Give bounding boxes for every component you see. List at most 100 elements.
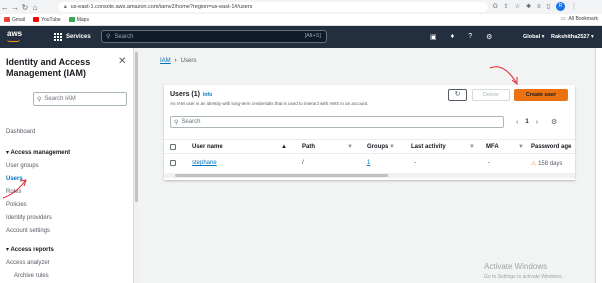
- aws-smile-icon: [7, 39, 20, 42]
- user-path: /: [302, 160, 304, 166]
- aws-top-nav: aws Services ⚲ Search [Alt+S] ▣ ♦ ? ⚙ Gl…: [0, 26, 602, 48]
- sidebar-item-roles[interactable]: Roles: [6, 189, 21, 195]
- sidebar-section-access-management[interactable]: ▾ Access management: [6, 149, 70, 156]
- user-name-link[interactable]: stephane: [192, 160, 217, 166]
- breadcrumb-users: Users: [180, 58, 197, 64]
- search-icon: ⚲: [106, 34, 111, 40]
- youtube-icon: [33, 17, 40, 22]
- sidebar-item-account-settings[interactable]: Account settings: [6, 228, 50, 234]
- sort-icon[interactable]: ▼: [389, 144, 395, 150]
- page-number[interactable]: 1: [525, 119, 528, 125]
- profile-avatar[interactable]: R: [555, 2, 565, 11]
- table-scrollbar-thumb[interactable]: [175, 174, 388, 177]
- sidebar-item-users[interactable]: Users: [6, 176, 23, 182]
- col-user-name[interactable]: User name: [192, 144, 223, 150]
- google-icon[interactable]: G: [493, 4, 498, 10]
- sort-asc-icon[interactable]: ▲: [281, 144, 287, 150]
- sidebar-item-dashboard[interactable]: Dashboard: [6, 129, 35, 135]
- prev-page-icon[interactable]: ‹: [516, 119, 518, 126]
- lock-icon: 🔒︎: [64, 4, 67, 10]
- address-bar[interactable]: 🔒︎ us-east-1.console.aws.amazon.com/iamv…: [58, 2, 488, 12]
- region-selector[interactable]: Global ▾: [523, 34, 544, 40]
- password-age-value: ⚠ 158 days: [531, 161, 563, 167]
- home-icon[interactable]: ⌂: [30, 3, 40, 12]
- account-menu[interactable]: Rakshitha2527 ▾: [551, 34, 594, 40]
- sidebar-scrollbar-thumb[interactable]: [135, 52, 138, 202]
- cloudshell-icon[interactable]: ▣: [430, 33, 437, 41]
- table-header: User name ▲ Path ▼ Groups ▼ Last activit…: [164, 139, 575, 154]
- pagination: ‹ 1 › ⚙: [516, 118, 557, 127]
- reload-icon[interactable]: ↻: [20, 3, 30, 12]
- sidebar-section-access-reports[interactable]: ▾ Access reports: [6, 246, 54, 253]
- create-user-button[interactable]: Create user: [514, 89, 568, 101]
- table-row: stephane / 1 - - ⚠ 158 days: [164, 155, 575, 170]
- col-password-age[interactable]: Password age: [531, 144, 571, 150]
- activate-windows-title: Activate Windows: [484, 262, 548, 271]
- panel-description: An IAM user is an identity with long-ter…: [170, 101, 369, 106]
- user-mfa: -: [488, 160, 490, 166]
- nav-icon-group: ▣ ♦ ? ⚙: [430, 33, 492, 41]
- user-search-input[interactable]: ⚲ Search: [170, 116, 504, 128]
- sidebar-item-policies[interactable]: Policies: [6, 202, 27, 208]
- search-icon: ⚲: [37, 96, 42, 103]
- settings-icon[interactable]: ⚙: [551, 118, 557, 126]
- sidebar-item-archive-rules[interactable]: Archive rules: [14, 273, 49, 279]
- refresh-button[interactable]: ↻: [448, 89, 467, 101]
- bookmark-maps[interactable]: Maps: [68, 17, 89, 23]
- help-icon[interactable]: ?: [468, 33, 472, 41]
- sidebar-item-access-analyzer[interactable]: Access analyzer: [6, 260, 50, 266]
- back-icon[interactable]: ←: [0, 3, 10, 12]
- user-groups-link[interactable]: 1: [367, 160, 370, 166]
- browser-actions: G ⇪ ☆ ✱ ≡ ▯ R ⋮: [493, 2, 577, 11]
- col-last-activity[interactable]: Last activity: [411, 144, 446, 150]
- aws-search-input[interactable]: ⚲ Search [Alt+S]: [101, 30, 327, 43]
- all-bookmarks[interactable]: ▭ All Bookmark: [561, 16, 598, 22]
- next-page-icon[interactable]: ›: [536, 119, 538, 126]
- sidebar-item-identity-providers[interactable]: Identity providers: [6, 215, 52, 221]
- star-icon[interactable]: ☆: [515, 3, 520, 10]
- sort-icon[interactable]: ▼: [469, 144, 475, 150]
- folder-icon: ▭: [560, 16, 566, 22]
- extensions-icon[interactable]: ✱: [526, 3, 531, 10]
- sidebar-search-input[interactable]: ⚲ Search IAM: [33, 92, 127, 106]
- col-mfa[interactable]: MFA: [486, 144, 499, 150]
- chevron-right-icon: ›: [174, 58, 177, 64]
- bookmarks-bar: Gmail YouTube Maps ▭ All Bookmark: [0, 14, 602, 26]
- activate-windows-subtitle: Go to Settings to activate Windows.: [484, 274, 563, 280]
- refresh-icon: ↻: [454, 91, 461, 98]
- aws-logo[interactable]: aws: [7, 29, 22, 38]
- bookmark-gmail[interactable]: Gmail: [4, 17, 25, 23]
- gear-icon[interactable]: ⚙: [486, 33, 492, 41]
- breadcrumb-iam[interactable]: IAM: [160, 58, 171, 64]
- bookmark-youtube[interactable]: YouTube: [33, 17, 61, 23]
- close-icon[interactable]: ✕: [118, 56, 126, 67]
- menu-icon[interactable]: ≡: [537, 4, 541, 10]
- grid-icon: [54, 33, 62, 41]
- breadcrumb: IAM › Users: [160, 58, 196, 64]
- share-icon[interactable]: ⇪: [504, 3, 509, 10]
- col-groups[interactable]: Groups: [367, 144, 388, 150]
- bell-icon[interactable]: ♦: [451, 33, 455, 41]
- forward-icon[interactable]: →: [10, 3, 20, 12]
- right-edge-panel: [595, 48, 602, 283]
- warning-icon: ⚠: [531, 161, 537, 167]
- more-icon[interactable]: ⋮: [571, 3, 577, 10]
- sort-icon[interactable]: ▼: [347, 144, 353, 150]
- maps-icon: [68, 17, 75, 22]
- select-all-checkbox[interactable]: [170, 144, 176, 150]
- col-path[interactable]: Path: [302, 144, 315, 150]
- url-text: us-east-1.console.aws.amazon.com/iamv2/h…: [70, 4, 253, 10]
- gmail-icon: [4, 17, 10, 22]
- sidepanel-icon[interactable]: ▯: [547, 3, 550, 10]
- row-checkbox[interactable]: [170, 160, 176, 166]
- delete-button[interactable]: Delete: [472, 89, 510, 101]
- user-last-activity: -: [414, 160, 416, 166]
- iam-sidebar: Identity and Access Management (IAM) ✕ ⚲…: [0, 48, 134, 283]
- sort-icon[interactable]: ▼: [518, 144, 524, 150]
- sidebar-title: Identity and Access Management (IAM): [6, 57, 91, 78]
- panel-title: Users (1) Info: [170, 91, 213, 98]
- sidebar-item-user-groups[interactable]: User groups: [6, 163, 39, 169]
- search-icon: ⚲: [174, 119, 179, 126]
- info-link[interactable]: Info: [203, 92, 212, 98]
- services-button[interactable]: Services: [54, 33, 91, 41]
